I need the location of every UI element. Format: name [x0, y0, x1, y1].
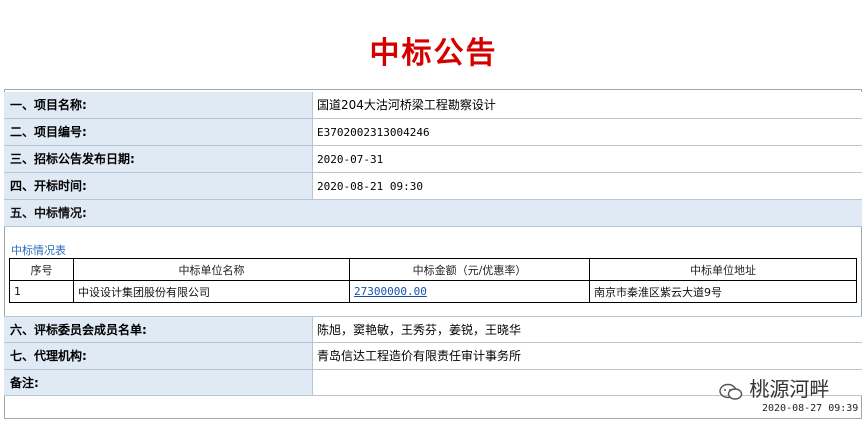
label-publish-date: 三、招标公告发布日期: — [4, 146, 313, 173]
page-title: 中标公告 — [369, 36, 498, 71]
label-agency: 七、代理机构: — [4, 343, 313, 370]
label-committee: 六、评标委员会成员名单: — [4, 316, 313, 343]
winning-table-caption: 中标情况表 — [11, 244, 66, 257]
label-remarks: 备注: — [4, 370, 313, 396]
watermark: 桃源河畔 — [719, 373, 829, 402]
section-winning-status: 五、中标情况: — [4, 200, 862, 227]
table-header-row: 序号 中标单位名称 中标金额（元/优惠率） 中标单位地址 — [9, 258, 857, 281]
label-bid-open-time: 四、开标时间: — [4, 173, 313, 200]
label-project-name: 一、项目名称: — [4, 92, 313, 119]
value-publish-date: 2020-07-31 — [313, 146, 862, 173]
watermark-text: 桃源河畔 — [749, 377, 830, 401]
col-header-index: 序号 — [9, 258, 74, 281]
cell-address: 南京市秦淮区紫云大道9号 — [589, 280, 857, 303]
col-header-name: 中标单位名称 — [73, 258, 350, 281]
table-row: 1 中设设计集团股份有限公司 27300000.00 南京市秦淮区紫云大道9号 — [9, 280, 857, 303]
value-bid-open-time: 2020-08-21 09:30 — [313, 173, 862, 200]
cell-index: 1 — [9, 280, 74, 303]
winning-table: 序号 中标单位名称 中标金额（元/优惠率） 中标单位地址 1 中设设计集团股份有… — [9, 258, 857, 303]
value-project-number: E3702002313004246 — [313, 119, 862, 146]
label-project-number: 二、项目编号: — [4, 119, 313, 146]
cell-name: 中设设计集团股份有限公司 — [73, 280, 350, 303]
timestamp: 2020-08-27 09:39 — [762, 403, 859, 414]
col-header-address: 中标单位地址 — [589, 258, 857, 281]
wechat-icon — [719, 382, 743, 400]
value-project-name: 国道204大沽河桥梁工程勘察设计 — [313, 92, 862, 119]
cell-amount: 27300000.00 — [349, 280, 590, 303]
value-committee: 陈旭，窦艳敏，王秀芬，姜锐，王晓华 — [313, 316, 862, 343]
value-agency: 青岛信达工程造价有限责任审计事务所 — [313, 343, 862, 370]
col-header-amount: 中标金额（元/优惠率） — [349, 258, 590, 281]
amount-link[interactable]: 27300000.00 — [354, 285, 427, 298]
